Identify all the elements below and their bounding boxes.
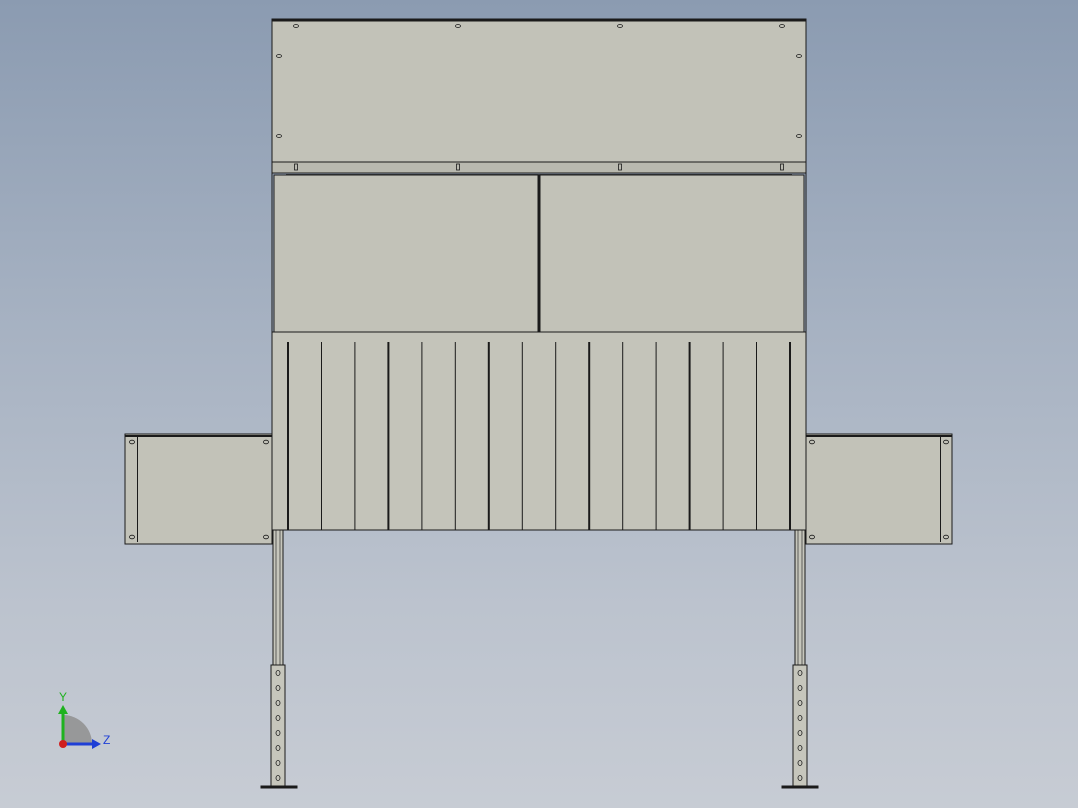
leg-left-foot — [260, 785, 298, 789]
middle-door-right[interactable] — [539, 174, 805, 333]
hood-flange-strip[interactable] — [271, 161, 807, 175]
cad-model[interactable] — [124, 18, 953, 789]
middle-door-left[interactable] — [273, 174, 539, 333]
triad-quadrant — [63, 715, 92, 744]
top-hood-panel[interactable] — [271, 18, 807, 163]
orientation-triad[interactable]: Y Z — [58, 690, 110, 749]
triad-z-label: Z — [103, 733, 110, 747]
triad-y-arrow-icon — [58, 705, 68, 714]
triad-x-axis-dot — [59, 740, 67, 748]
support-leg-left[interactable] — [260, 529, 298, 789]
side-wing-right[interactable] — [805, 433, 953, 545]
leg-right-foot — [781, 785, 819, 789]
graphics-viewport[interactable]: Y Z — [0, 0, 1078, 808]
side-wing-left[interactable] — [124, 433, 273, 545]
triad-y-label: Y — [59, 690, 67, 704]
triad-z-arrow-icon — [92, 739, 101, 749]
support-leg-right[interactable] — [781, 529, 819, 789]
louver-fin-panel[interactable] — [271, 331, 807, 531]
